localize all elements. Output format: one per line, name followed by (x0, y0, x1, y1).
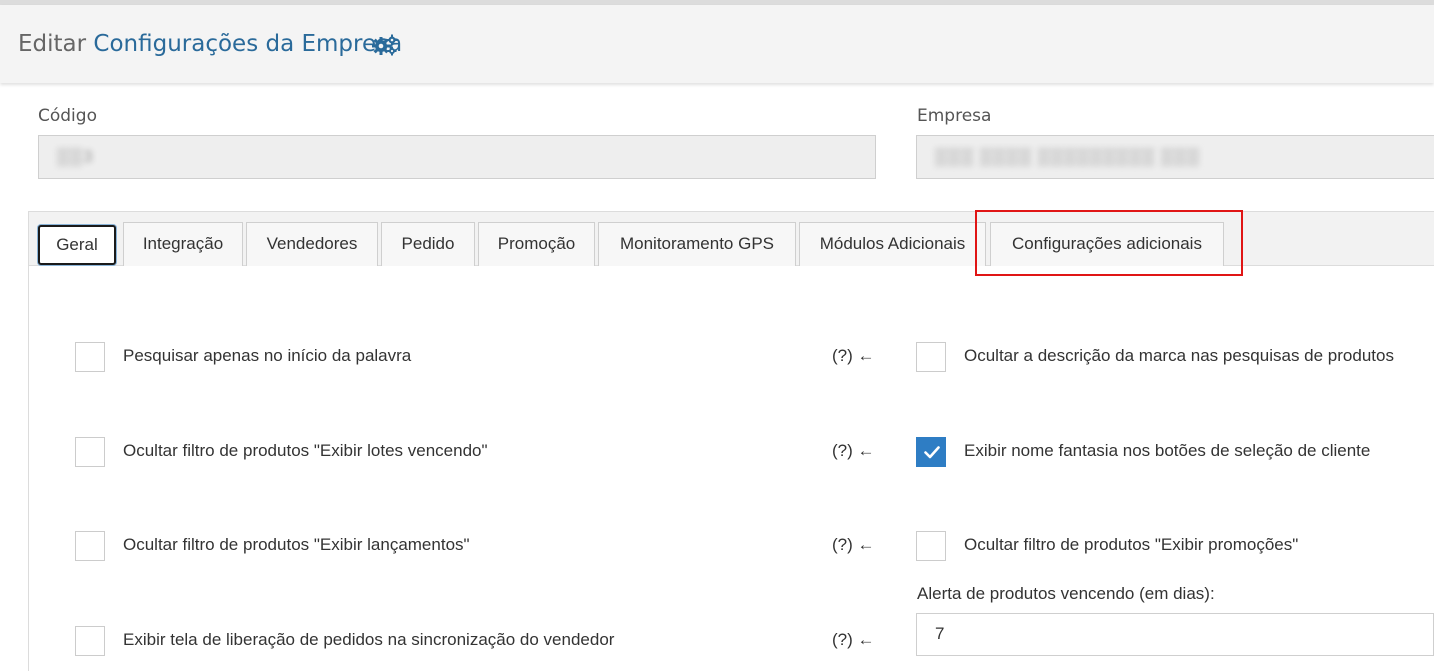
checkbox-ocultar-lotes-vencendo[interactable] (75, 437, 105, 467)
codigo-value: ▒▒3 (57, 147, 94, 166)
tab-configuracoes-adicionais[interactable]: Configurações adicionais (990, 222, 1224, 266)
help-hint[interactable]: (?) ← (832, 535, 875, 555)
empresa-value: ▒▒▒ ▒▒▒▒ ▒▒▒▒▒▒▒▒▒ ▒▒▒ (935, 147, 1201, 166)
help-hint[interactable]: (?) ← (832, 441, 875, 461)
tab-modulos-adicionais[interactable]: Módulos Adicionais (799, 222, 986, 266)
tab-promocao[interactable]: Promoção (478, 222, 595, 266)
checkbox-ocultar-descricao-marca[interactable] (916, 342, 946, 372)
option-label: Ocultar filtro de produtos "Exibir promo… (964, 535, 1299, 554)
page-title: Editar Configurações da Empresa (18, 31, 402, 57)
tab-monitoramento-gps[interactable]: Monitoramento GPS (598, 222, 796, 266)
alert-dias-label: Alerta de produtos vencendo (em dias): (917, 584, 1215, 603)
gears-icon (372, 34, 398, 56)
tab-vendedores[interactable]: Vendedores (246, 222, 378, 266)
help-hint[interactable]: (?) ← (832, 630, 875, 650)
checkbox-ocultar-promocoes[interactable] (916, 531, 946, 561)
empresa-label: Empresa (917, 106, 992, 126)
option-label: Ocultar a descrição da marca nas pesquis… (964, 346, 1394, 365)
page-header: Editar Configurações da Empresa (0, 5, 1434, 83)
empresa-field[interactable]: ▒▒▒ ▒▒▒▒ ▒▒▒▒▒▒▒▒▒ ▒▒▒ (916, 135, 1434, 179)
codigo-label: Código (38, 106, 97, 126)
help-hint[interactable]: (?) ← (832, 346, 875, 366)
option-label: Exibir nome fantasia nos botões de seleç… (964, 441, 1371, 460)
option-label: Ocultar filtro de produtos "Exibir lança… (123, 535, 470, 554)
checkbox-pesquisar-inicio[interactable] (75, 342, 105, 372)
checkbox-ocultar-lancamentos[interactable] (75, 531, 105, 561)
alert-dias-input[interactable]: 7 (916, 613, 1434, 656)
codigo-field[interactable]: ▒▒3 (38, 135, 876, 179)
tab-pedido[interactable]: Pedido (381, 222, 475, 266)
option-label: Ocultar filtro de produtos "Exibir lotes… (123, 441, 488, 460)
checkbox-exibir-nome-fantasia[interactable] (916, 437, 946, 467)
page-title-prefix: Editar (18, 31, 94, 57)
page-title-main: Configurações da Empresa (93, 31, 403, 57)
tab-geral[interactable]: Geral (38, 225, 116, 265)
tab-integracao[interactable]: Integração (123, 222, 243, 266)
option-label: Exibir tela de liberação de pedidos na s… (123, 630, 615, 649)
checkbox-exibir-liberacao-pedidos[interactable] (75, 626, 105, 656)
option-label: Pesquisar apenas no início da palavra (123, 346, 412, 365)
check-icon (924, 446, 940, 459)
